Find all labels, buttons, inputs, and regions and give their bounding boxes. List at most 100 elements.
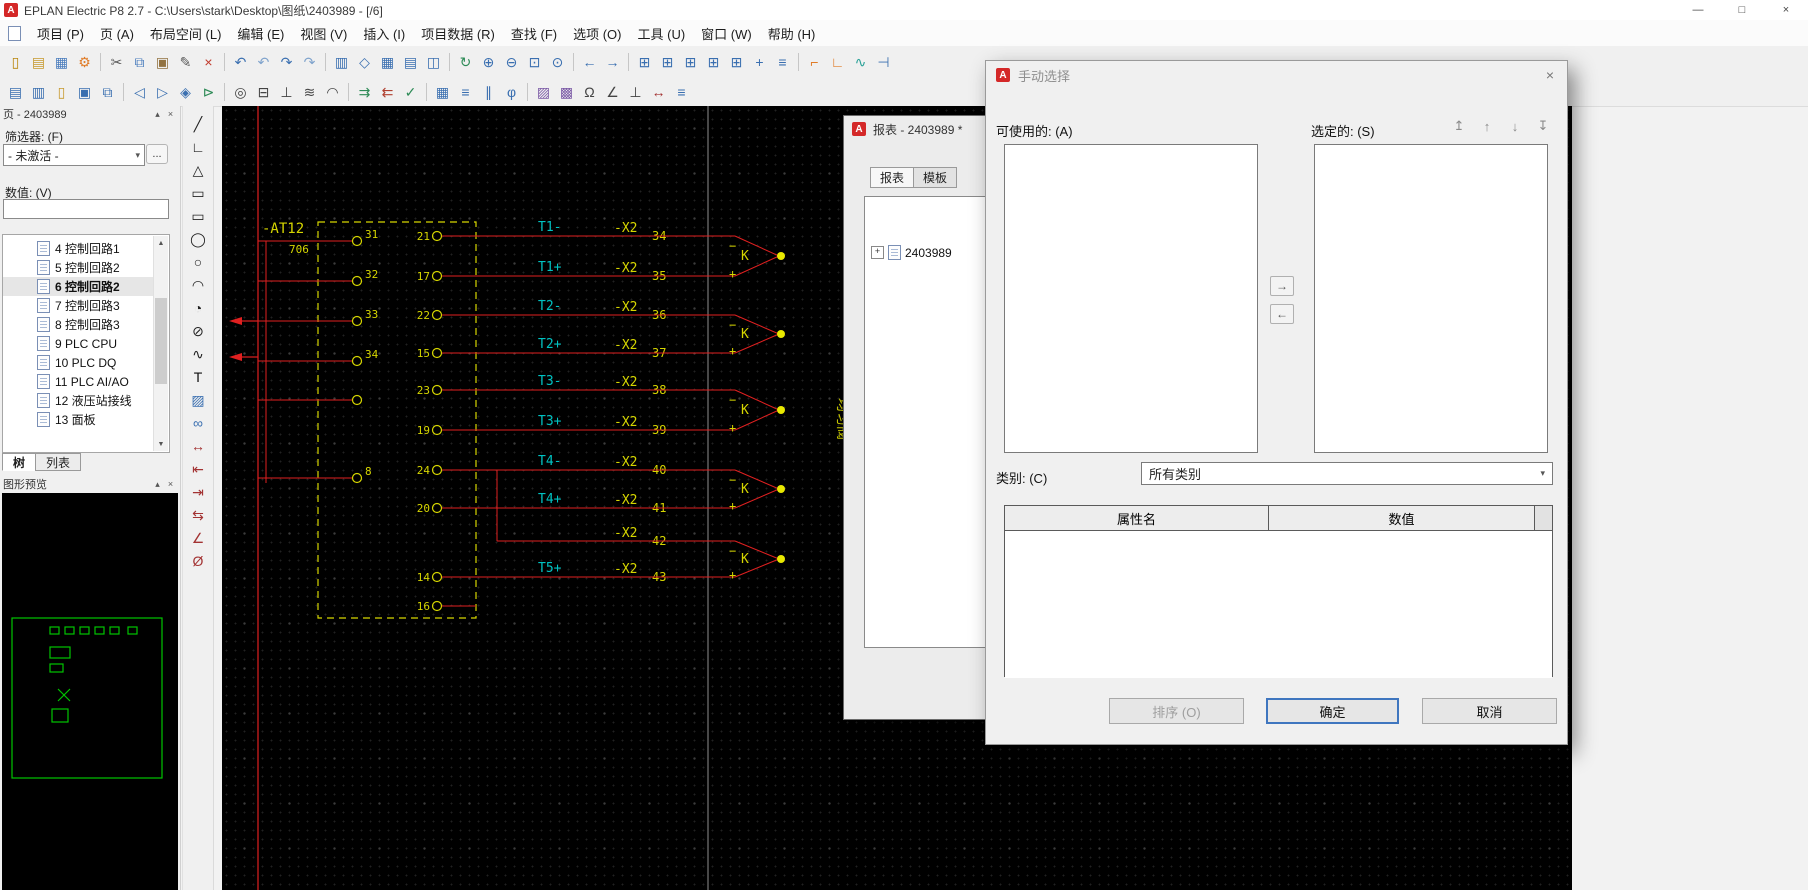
hatch-pattern-icon[interactable]: ▨ <box>533 82 554 103</box>
menu-item-5[interactable]: 插入 (I) <box>355 21 413 46</box>
print-icon[interactable]: ▦ <box>51 52 72 73</box>
dimension-angle-icon[interactable]: ∠ <box>188 527 209 548</box>
scrollbar-thumb[interactable] <box>155 298 167 384</box>
polyline-tool-icon[interactable]: ∟ <box>188 136 209 157</box>
graphical-preview-icon[interactable]: ◫ <box>423 52 444 73</box>
panel-collapse-icon[interactable]: ▴ <box>151 108 164 120</box>
dimension-icon[interactable]: ↔ <box>648 82 669 103</box>
page-macro-icon[interactable]: ⧉ <box>97 82 118 103</box>
format-painter-icon[interactable]: ✎ <box>175 52 196 73</box>
page-navigator-icon[interactable]: ▤ <box>400 52 421 73</box>
zoom-out-icon[interactable]: ⊖ <box>501 52 522 73</box>
menu-item-4[interactable]: 视图 (V) <box>292 21 355 46</box>
resistance-icon[interactable]: Ω <box>579 82 600 103</box>
plc-navigator-icon[interactable]: ▦ <box>432 82 453 103</box>
maximize-icon[interactable]: □ <box>1720 0 1764 20</box>
insert-terminal-icon[interactable]: ⊥ <box>276 82 297 103</box>
move-down-icon[interactable]: ↓ <box>1504 117 1526 135</box>
symbol-selection-icon[interactable]: ◇ <box>354 52 375 73</box>
ortho-mode-icon[interactable]: ∟ <box>827 52 848 73</box>
menu-item-10[interactable]: 窗口 (W) <box>693 21 760 46</box>
new-page-icon[interactable]: ▯ <box>5 52 26 73</box>
pages-list-icon[interactable]: ▥ <box>28 82 49 103</box>
dimension-baseline-icon[interactable]: ⇥ <box>188 481 209 502</box>
dimension-chain-icon[interactable]: ⇆ <box>188 504 209 525</box>
ok-button[interactable]: 确定 <box>1266 698 1399 724</box>
pages-panel-header[interactable]: 页 - 2403989 ▴ × <box>0 106 180 122</box>
redo-icon[interactable]: ↷ <box>276 52 297 73</box>
spline-tool-icon[interactable]: ∿ <box>188 343 209 364</box>
column-property-name[interactable]: 属性名 <box>1005 506 1269 530</box>
menu-item-11[interactable]: 帮助 (H) <box>760 21 824 46</box>
terminal-navigator-icon[interactable]: ∥ <box>478 82 499 103</box>
insert-connection-icon[interactable]: ⇇ <box>377 82 398 103</box>
panel-close-icon[interactable]: × <box>164 108 177 120</box>
menu-item-9[interactable]: 工具 (U) <box>630 21 694 46</box>
column-value[interactable]: 数值 <box>1269 506 1535 530</box>
grid-size-a-icon[interactable]: ⊞ <box>657 52 678 73</box>
move-up-icon[interactable]: ↑ <box>1476 117 1498 135</box>
update-connections-icon[interactable]: ⇉ <box>354 82 375 103</box>
connection-symbol-icon[interactable]: ⊣ <box>873 52 894 73</box>
insert-shield-icon[interactable]: ◠ <box>322 82 343 103</box>
report-tree-root-item[interactable]: + 2403989 <box>871 245 952 260</box>
zoom-window-icon[interactable]: ⊡ <box>524 52 545 73</box>
menu-item-8[interactable]: 选项 (O) <box>565 21 629 46</box>
cable-navigator-icon[interactable]: ≡ <box>455 82 476 103</box>
selected-list[interactable] <box>1314 144 1548 453</box>
fill-pattern-icon[interactable]: ▩ <box>556 82 577 103</box>
dimension-linear-icon[interactable]: ↔ <box>188 435 209 456</box>
redraw-icon[interactable]: ↻ <box>455 52 476 73</box>
preview-panel-header[interactable]: 图形预览 ▴ × <box>0 476 180 492</box>
page-tree-item[interactable]: 8 控制回路3 <box>3 315 154 334</box>
filter-more-button[interactable]: ... <box>146 144 168 164</box>
cut-icon[interactable]: ✂ <box>106 52 127 73</box>
value-input[interactable] <box>3 199 169 219</box>
grid-display-icon[interactable]: ⊞ <box>634 52 655 73</box>
scroll-up-icon[interactable]: ▲ <box>154 236 168 250</box>
move-to-bottom-icon[interactable]: ↧ <box>1532 117 1554 135</box>
snap-to-grid-icon[interactable]: + <box>749 52 770 73</box>
menu-item-3[interactable]: 编辑 (E) <box>229 21 292 46</box>
copy-icon[interactable]: ⧉ <box>129 52 150 73</box>
zoom-in-icon[interactable]: ⊕ <box>478 52 499 73</box>
device-navigator-icon[interactable]: ▦ <box>377 52 398 73</box>
page-tree-item[interactable]: 4 控制回路1 <box>3 239 154 258</box>
hyperlink-tool-icon[interactable]: ∞ <box>188 412 209 433</box>
page-preview-icon[interactable]: ▥ <box>331 52 352 73</box>
align-to-grid-icon[interactable]: ≡ <box>772 52 793 73</box>
page-tree-item[interactable]: 6 控制回路2 <box>3 277 154 296</box>
grid-size-d-icon[interactable]: ⊞ <box>726 52 747 73</box>
preview-close-icon[interactable]: × <box>164 478 177 490</box>
category-select[interactable]: 所有类别 ▾ <box>1141 462 1553 485</box>
page-tree-item[interactable]: 10 PLC DQ <box>3 353 154 372</box>
properties-table-body[interactable] <box>1005 531 1552 678</box>
ground-icon[interactable]: ⊥ <box>625 82 646 103</box>
rectangle-corner-tool-icon[interactable]: ▭ <box>188 205 209 226</box>
move-to-top-icon[interactable]: ↥ <box>1448 117 1470 135</box>
close-icon[interactable]: × <box>1541 66 1559 84</box>
move-left-button[interactable]: ← <box>1270 304 1294 324</box>
tab-templates[interactable]: 模板 <box>913 167 957 188</box>
page-tree-item[interactable]: 11 PLC AI/AO <box>3 372 154 391</box>
dimension-continued-icon[interactable]: ⇤ <box>188 458 209 479</box>
new-page-2-icon[interactable]: ▯ <box>51 82 72 103</box>
undo-history-icon[interactable]: ↶ <box>253 52 274 73</box>
potential-navigator-icon[interactable]: φ <box>501 82 522 103</box>
tab-reports[interactable]: 报表 <box>870 167 914 188</box>
grid-size-b-icon[interactable]: ⊞ <box>680 52 701 73</box>
dialog-title-bar[interactable]: A 手动选择 × <box>986 61 1567 89</box>
paste-icon[interactable]: ▣ <box>152 52 173 73</box>
page-tree-item[interactable]: 5 控制回路2 <box>3 258 154 277</box>
previous-page-icon[interactable]: ← <box>579 52 600 73</box>
snap-mode-icon[interactable]: ⌐ <box>804 52 825 73</box>
pages-tree-icon[interactable]: ▤ <box>5 82 26 103</box>
goto-page-icon[interactable]: ◈ <box>175 82 196 103</box>
angle-icon[interactable]: ∠ <box>602 82 623 103</box>
available-list[interactable] <box>1004 144 1258 453</box>
grid-size-c-icon[interactable]: ⊞ <box>703 52 724 73</box>
tab-list[interactable]: 列表 <box>35 453 81 471</box>
coil-symbol-icon[interactable]: ∿ <box>850 52 871 73</box>
ellipse-tool-icon[interactable]: ◯ <box>188 228 209 249</box>
line-tool-icon[interactable]: ╱ <box>188 113 209 134</box>
